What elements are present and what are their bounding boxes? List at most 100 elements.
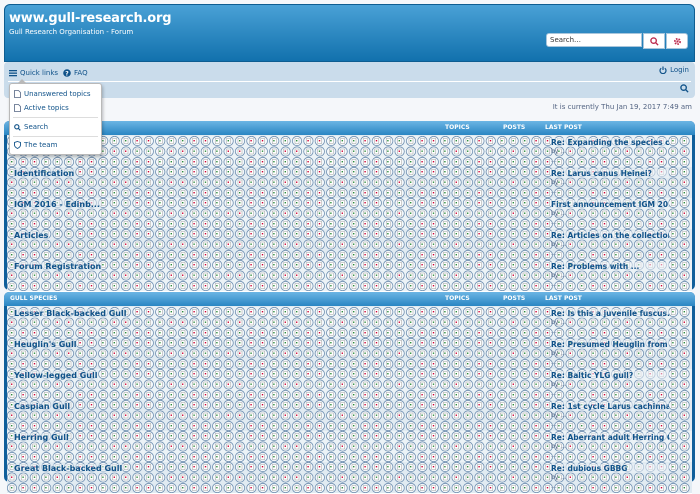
last-post-date: ... [551,483,557,490]
last-post-date: ... [551,250,557,257]
login-label: Login [670,66,689,74]
dropdown-item-team[interactable]: The team [14,141,57,149]
last-post-date: ... [551,452,557,459]
dropdown-item-active[interactable]: Active topics [14,104,69,112]
forum-title[interactable]: Articles [13,231,49,240]
last-post-author[interactable]: by ... [551,381,566,388]
forum-title[interactable]: Heuglin's Gull [13,340,77,349]
forum-title[interactable]: Lesser Black-backed Gull [13,309,127,318]
site-title[interactable]: www.gull-research.org [9,11,171,26]
quick-links-button[interactable]: Quick links [9,69,58,77]
forum-row[interactable]: Re: Expanding the species co…by ...... [7,136,692,168]
section-header: TOPICS POSTS LAST POST [4,121,695,135]
document-icon [14,90,21,98]
forum-row[interactable]: Heuglin's Gull Re: Presumed Heuglin from … [7,338,692,370]
forum-title[interactable]: Caspian Gull [13,402,71,411]
search-icon [14,124,21,131]
section-title: GULL SPECIES [10,295,57,302]
forum-title[interactable]: Identification [13,169,75,178]
dropdown-item-unanswered[interactable]: Unanswered topics [14,90,91,98]
forum-row[interactable]: Identification Re: Larus canus Heinei?by … [7,167,692,199]
search-input[interactable]: Search… [546,33,642,47]
dropdown-divider [13,136,98,137]
quick-links-label: Quick links [20,69,58,77]
navbar-links: Quick links ? FAQ [4,66,88,80]
faq-link[interactable]: ? FAQ [63,69,88,77]
section-header: GULL SPECIES TOPICS POSTS LAST POST [4,292,695,306]
last-post-author[interactable]: by ... [551,412,566,419]
navbar-divider [8,81,691,82]
last-post-author[interactable]: by ... [551,272,566,279]
last-post-link[interactable]: Re: Problems with ... [551,262,669,271]
search-button[interactable] [643,33,665,49]
last-post-author[interactable]: by ... [551,443,566,450]
last-post-date: ... [551,359,557,366]
col-lastpost-header: LAST POST [545,124,582,131]
forum-row[interactable]: Caspian Gull Re: 1st cycle Larus cachinna… [7,400,692,432]
last-post-date: ... [551,421,557,428]
forum-title[interactable]: Forum Registration [13,262,102,271]
dropdown-item-label: The team [24,141,57,149]
dropdown-item-label: Active topics [24,104,69,112]
last-post-link[interactable]: Re: Presumed Heuglin from Ita... [551,340,669,349]
navbar-search-button[interactable] [680,84,689,93]
quick-links-dropdown: Unanswered topics Active topics Search T… [9,83,102,155]
shield-icon [14,141,21,149]
last-post-date: ... [551,157,557,164]
forum-row[interactable]: Great Black-backed GullRe: dubious GBBGb… [7,462,692,494]
last-post-link[interactable]: Re: Larus canus Heinei? [551,169,669,178]
forum-title[interactable]: Herring Gull [13,433,70,442]
forum-title[interactable]: Yellow-legged Gull [13,371,98,380]
login-link[interactable]: Login [659,66,689,74]
dropdown-item-search[interactable]: Search [14,123,48,131]
last-post-link[interactable]: Re: Baltic YLG gull? [551,371,669,380]
last-post-date: ... [551,219,557,226]
last-post-date: ... [551,188,557,195]
last-post-link[interactable]: Re: Is this a juvenile fuscus... [551,309,669,318]
site-description: Gull Research Organisation - Forum [9,28,133,36]
gear-icon [673,37,682,46]
forum-list: Re: Expanding the species co…by ......Id… [7,135,692,287]
last-post-date: ... [551,328,557,335]
last-post-link[interactable]: Re: Articles on the collection [551,231,669,240]
forum-row[interactable]: Herring Gull Re: Aberrant adult Herring G… [7,431,692,463]
last-post-link[interactable]: Re: 1st cycle Larus cachinnans [551,402,669,411]
last-post-author[interactable]: by ... [551,241,566,248]
forum-row[interactable]: Lesser Black-backed Gull Re: Is this a ju… [7,307,692,339]
last-post-date: ... [551,281,557,288]
last-post-link[interactable]: Re: dubious GBBG [551,464,669,473]
power-icon [659,66,667,74]
question-icon: ? [63,69,71,77]
forum-row[interactable]: Yellow-legged Gull Re: Baltic YLG gull?by… [7,369,692,401]
last-post-link[interactable]: Re: Aberrant adult Herring Gu... [551,433,669,442]
last-post-author[interactable]: by ... [551,319,566,326]
faq-label: FAQ [74,69,88,77]
col-posts-header: POSTS [503,295,525,302]
search-icon [680,84,689,93]
forum-title[interactable]: Great Black-backed Gull [13,464,123,473]
forum-section-gull-species: GULL SPECIES TOPICS POSTS LAST POST Less… [4,292,695,482]
forum-row[interactable]: Forum Registration Re: Problems with ...b… [7,260,692,292]
page-wrap: www.gull-research.org Gull Research Orga… [4,4,695,62]
col-lastpost-header: LAST POST [545,295,582,302]
last-post-link[interactable]: First announcement IGM 2016 in... [551,200,669,209]
navbar: Quick links ? FAQ Login [4,62,695,98]
col-topics-header: TOPICS [445,124,470,131]
current-time: It is currently Thu Jan 19, 2017 7:49 am [553,103,692,111]
advanced-search-button[interactable] [666,33,688,49]
dropdown-divider [13,117,98,118]
last-post-link[interactable]: Re: Expanding the species co… [551,138,669,147]
header-search: Search… [546,33,688,47]
dropdown-pointer [17,79,27,84]
search-icon [650,37,659,46]
menu-icon [9,69,17,77]
last-post-author[interactable]: by ... [551,179,566,186]
last-post-author[interactable]: by ... [551,350,566,357]
last-post-author[interactable]: by ... [551,148,566,155]
forum-row[interactable]: IGM 2016 - Edinb... First announcement IG… [7,198,692,230]
forum-title[interactable]: IGM 2016 - Edinb... [13,200,101,209]
forum-row[interactable]: Articles Re: Articles on the collectionby… [7,229,692,261]
last-post-author[interactable]: by ... [551,210,566,217]
last-post-date: ... [551,390,557,397]
forum-list: Lesser Black-backed Gull Re: Is this a ju… [7,306,692,479]
